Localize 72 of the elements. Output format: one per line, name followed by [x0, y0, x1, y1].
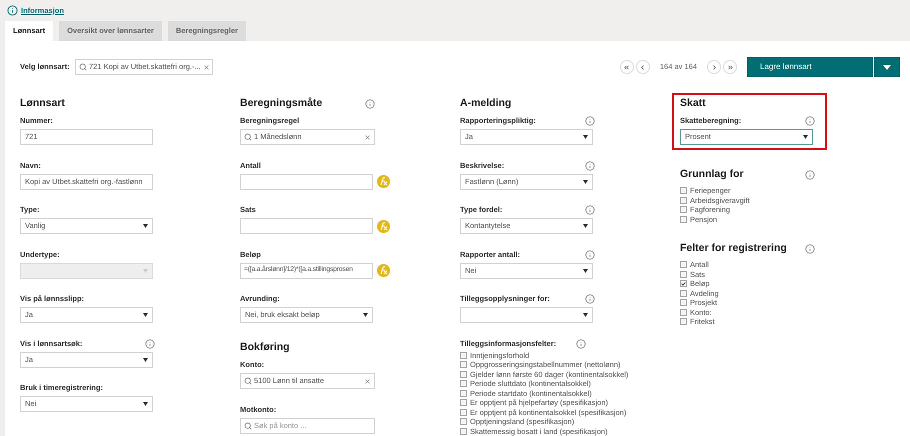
- section-title: Lønnsart: [20, 96, 65, 112]
- checkbox[interactable]: [680, 308, 687, 316]
- info-icon[interactable]: [576, 338, 586, 348]
- section-title: Felter for registrering: [680, 241, 787, 256]
- next-icon: [710, 64, 718, 70]
- section-title: Beregningsmåte: [240, 96, 322, 112]
- last-page-icon: [726, 64, 734, 70]
- caret-icon: [143, 313, 148, 317]
- checkbox[interactable]: [460, 399, 467, 406]
- section-title: Bokføring: [240, 340, 290, 356]
- search-icon: [79, 63, 87, 71]
- checkbox[interactable]: [460, 352, 467, 359]
- caret-icon: [143, 224, 148, 228]
- checkbox[interactable]: [680, 299, 687, 306]
- function-icon[interactable]: [377, 175, 390, 188]
- first-page-icon: [623, 64, 630, 70]
- info-icon[interactable]: [585, 160, 595, 170]
- checkbox[interactable]: [680, 290, 687, 297]
- info-icon[interactable]: [585, 116, 595, 126]
- checkbox[interactable]: [460, 428, 467, 435]
- info-icon[interactable]: [365, 99, 375, 109]
- formula-field[interactable]: [240, 174, 373, 190]
- checkbox[interactable]: [460, 408, 467, 416]
- section-title: Skatt: [680, 96, 706, 112]
- checkbox[interactable]: [680, 187, 687, 194]
- previous-icon: [639, 64, 646, 70]
- caret-icon: [143, 358, 148, 362]
- info-icon[interactable]: [805, 244, 815, 254]
- function-icon[interactable]: [377, 220, 390, 232]
- save-options-button[interactable]: [874, 57, 900, 77]
- search-icon: [244, 377, 252, 385]
- info-icon[interactable]: [585, 294, 595, 304]
- checkbox[interactable]: [680, 196, 687, 204]
- clear-icon[interactable]: [364, 378, 371, 384]
- caret-icon: [883, 64, 891, 70]
- caret-icon: [583, 180, 588, 184]
- clear-icon[interactable]: [202, 64, 210, 70]
- info-icon[interactable]: [585, 250, 595, 260]
- checkbox[interactable]: [460, 390, 467, 397]
- save-button[interactable]: Lagre lønnsart: [747, 57, 873, 77]
- search-icon: [244, 133, 252, 141]
- search-icon: [244, 422, 252, 430]
- function-icon[interactable]: [377, 264, 390, 277]
- formula-field[interactable]: [240, 218, 373, 234]
- pager-button[interactable]: [620, 60, 634, 74]
- checkbox[interactable]: [460, 361, 467, 368]
- checkbox[interactable]: [680, 261, 687, 268]
- caret-icon: [583, 268, 588, 272]
- caret-icon: [803, 135, 808, 139]
- info-icon[interactable]: [805, 116, 815, 126]
- checkbox[interactable]: [680, 206, 687, 214]
- pager-button[interactable]: [723, 60, 737, 74]
- caret-icon: [143, 402, 148, 406]
- caret-icon: [583, 313, 588, 317]
- checkbox[interactable]: [680, 270, 687, 278]
- checkbox[interactable]: [460, 418, 467, 426]
- info-icon[interactable]: [805, 170, 815, 180]
- info-icon[interactable]: [145, 338, 155, 348]
- checkbox[interactable]: [680, 318, 687, 326]
- info-icon: [7, 5, 18, 16]
- caret-icon: [363, 313, 368, 317]
- section-title: A-melding: [460, 96, 512, 112]
- checkbox[interactable]: [460, 370, 467, 378]
- caret-icon: [583, 224, 588, 228]
- section-title: Grunnlag for: [680, 167, 744, 182]
- checkbox[interactable]: [680, 216, 687, 223]
- clear-icon[interactable]: [364, 134, 371, 140]
- checkbox[interactable]: [460, 380, 467, 388]
- checkbox[interactable]: [680, 280, 687, 288]
- info-icon[interactable]: [585, 205, 595, 215]
- caret-icon: [583, 135, 588, 139]
- caret-icon: [143, 268, 148, 272]
